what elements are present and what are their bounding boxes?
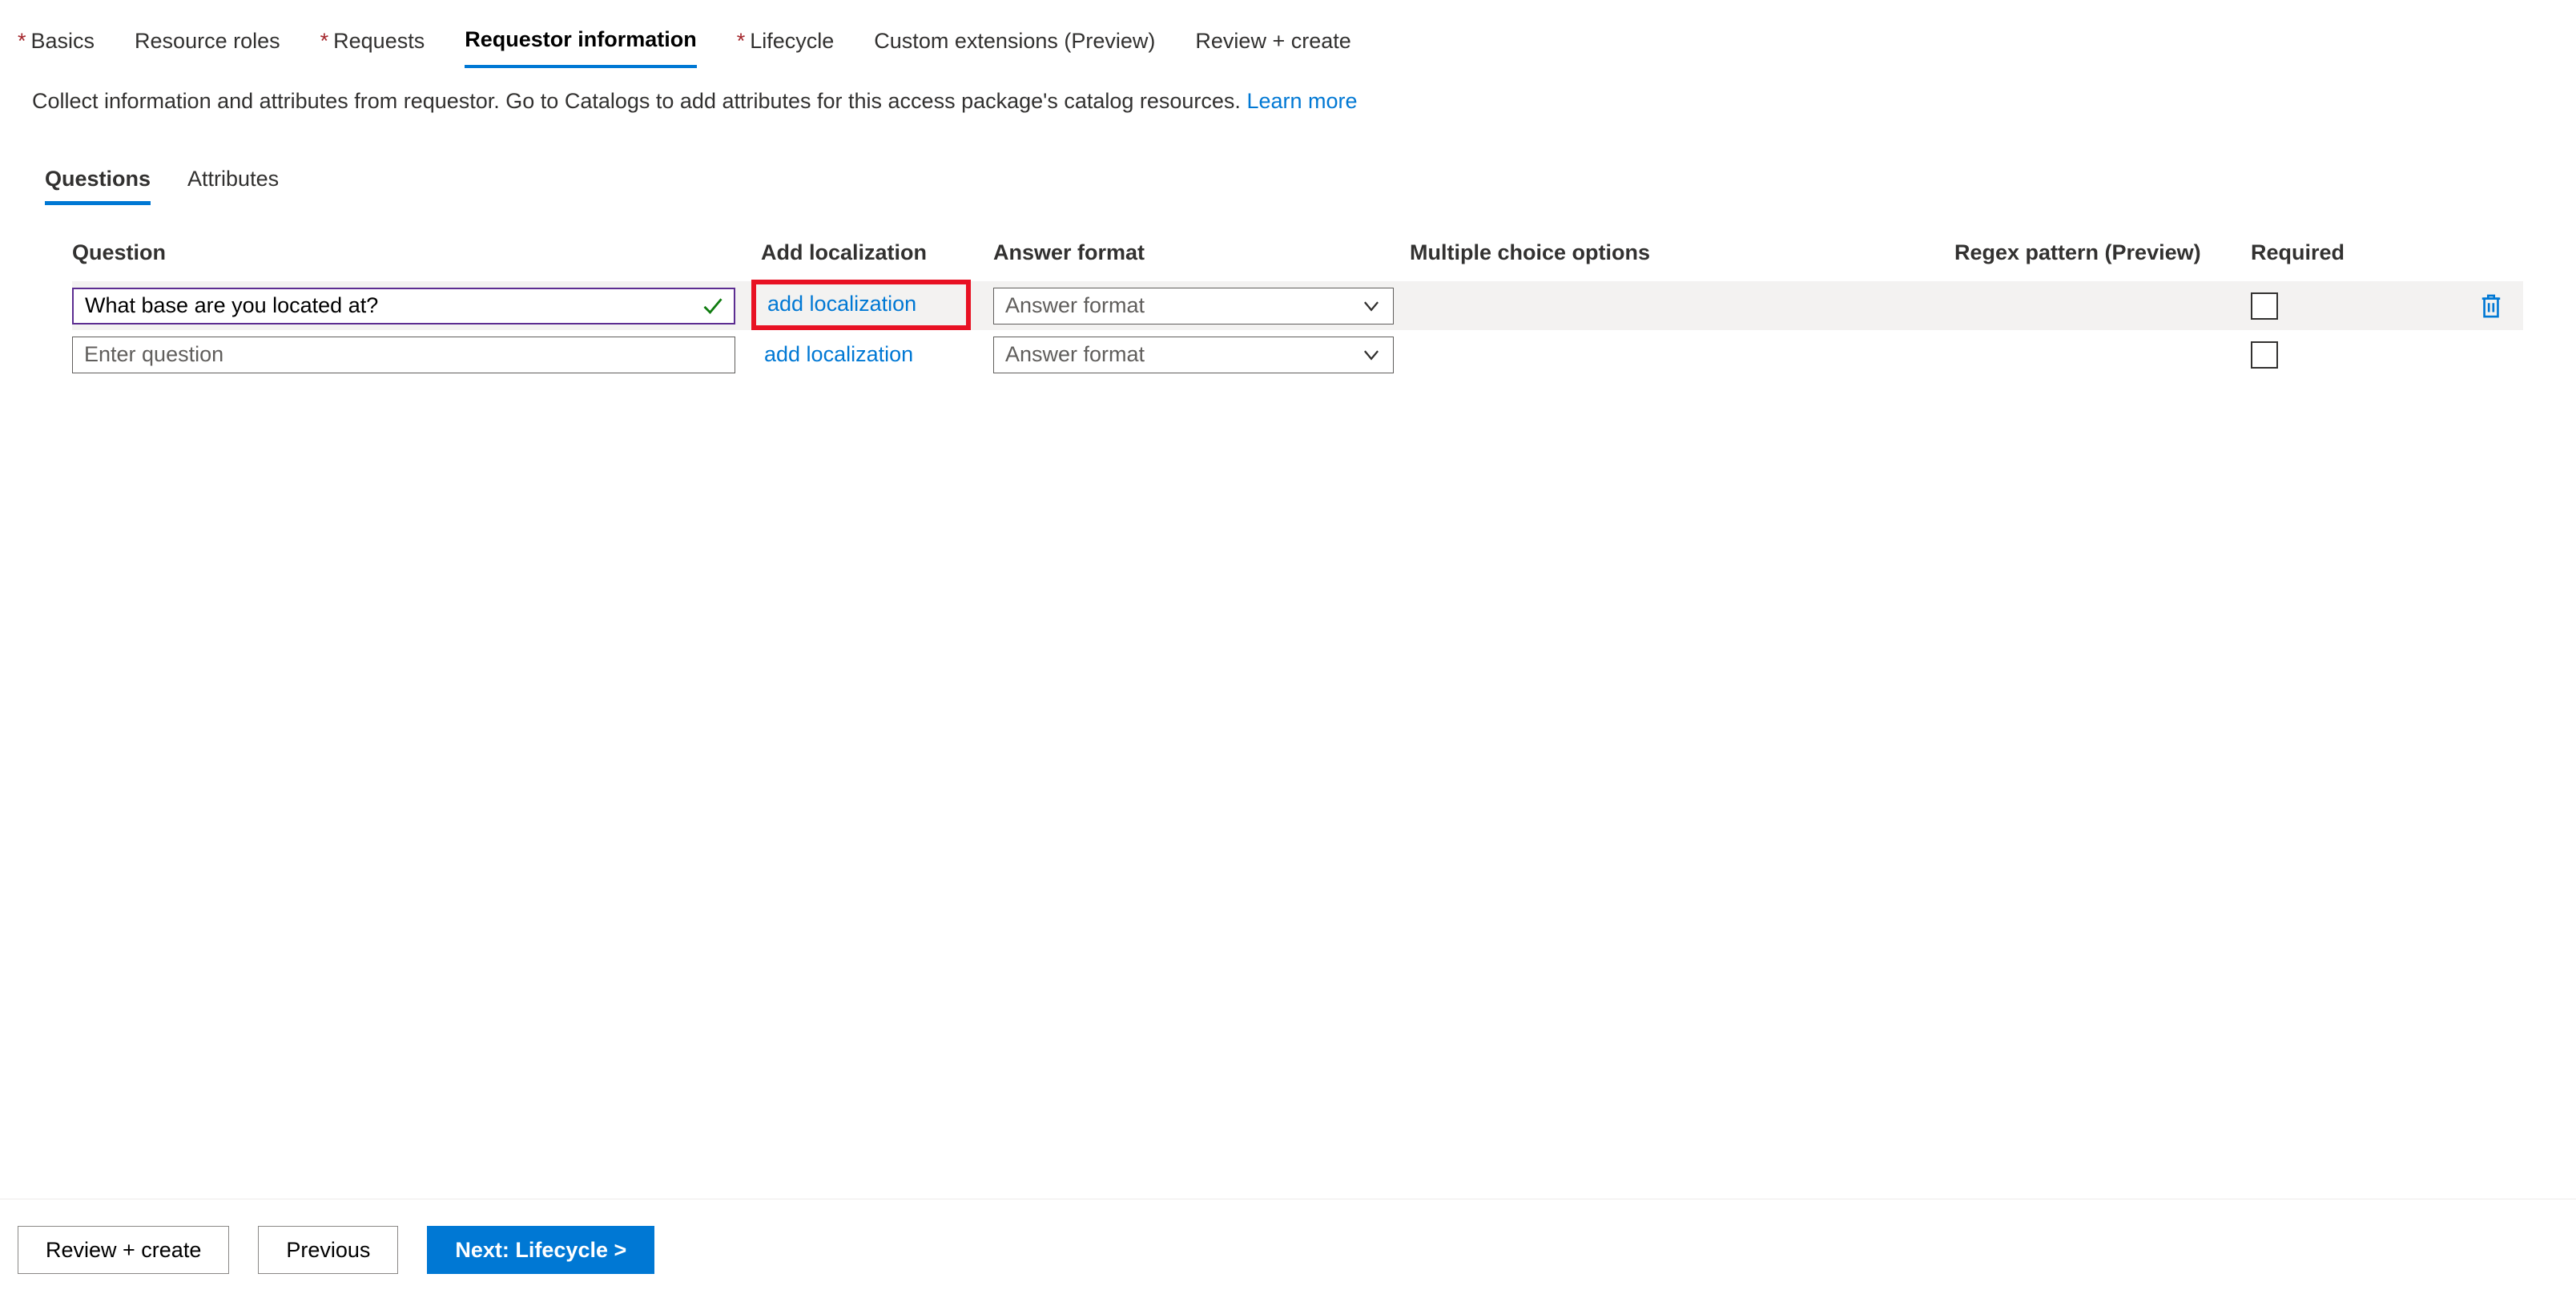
subtab-attributes[interactable]: Attributes [187, 167, 279, 205]
add-localization-link[interactable]: add localization [764, 292, 932, 316]
tab-requestor-information[interactable]: Requestor information [465, 27, 697, 68]
tab-resource-roles-label: Resource roles [135, 29, 280, 54]
required-star-icon: * [320, 29, 329, 54]
tab-basics[interactable]: * Basics [18, 29, 95, 67]
col-answerfmt: Answer format [993, 240, 1410, 265]
chevron-down-icon [1361, 345, 1382, 365]
question-input[interactable] [72, 337, 735, 373]
delete-icon[interactable] [2479, 292, 2503, 320]
question-input-wrap [72, 288, 735, 324]
sub-tabs: Questions Attributes [0, 114, 2576, 205]
tab-custom-extensions-label: Custom extensions (Preview) [874, 29, 1155, 54]
tab-requests[interactable]: * Requests [320, 29, 425, 67]
tab-requests-label: Requests [333, 29, 425, 54]
tab-custom-extensions[interactable]: Custom extensions (Preview) [874, 29, 1155, 67]
answer-format-select[interactable]: Answer format [993, 337, 1394, 373]
required-star-icon: * [18, 29, 26, 54]
subtab-questions[interactable]: Questions [45, 167, 151, 205]
col-question: Question [72, 240, 761, 265]
wizard-tabs: * Basics Resource roles * Requests Reque… [0, 0, 2576, 68]
tab-review-create[interactable]: Review + create [1195, 29, 1350, 67]
footer-buttons: Review + create Previous Next: Lifecycle… [18, 1226, 654, 1274]
next-button[interactable]: Next: Lifecycle > [427, 1226, 654, 1274]
review-create-button[interactable]: Review + create [18, 1226, 229, 1274]
required-checkbox[interactable] [2251, 292, 2278, 320]
col-required: Required [2251, 240, 2459, 265]
subtab-questions-label: Questions [45, 167, 151, 191]
col-mco: Multiple choice options [1410, 240, 1954, 265]
tab-review-create-label: Review + create [1195, 29, 1350, 54]
previous-button[interactable]: Previous [258, 1226, 398, 1274]
tab-lifecycle[interactable]: * Lifecycle [737, 29, 835, 67]
description-line: Collect information and attributes from … [0, 68, 2576, 114]
questions-table: Question Add localization Answer format … [72, 240, 2523, 379]
answer-format-placeholder: Answer format [1005, 342, 1145, 367]
learn-more-link[interactable]: Learn more [1246, 89, 1357, 113]
required-star-icon: * [737, 29, 746, 54]
question-row: add localization Answer format [72, 330, 2523, 379]
tab-lifecycle-label: Lifecycle [750, 29, 834, 54]
add-localization-highlight: add localization [751, 280, 971, 330]
col-regex: Regex pattern (Preview) [1954, 240, 2251, 265]
answer-format-placeholder: Answer format [1005, 293, 1145, 318]
questions-table-header: Question Add localization Answer format … [72, 240, 2523, 281]
tab-basics-label: Basics [31, 29, 95, 54]
tab-resource-roles[interactable]: Resource roles [135, 29, 280, 67]
subtab-attributes-label: Attributes [187, 167, 279, 191]
chevron-down-icon [1361, 296, 1382, 316]
tab-requestor-information-label: Requestor information [465, 27, 697, 52]
col-addloc: Add localization [761, 240, 993, 265]
description-text: Collect information and attributes from … [32, 89, 1246, 113]
add-localization-link[interactable]: add localization [761, 342, 929, 367]
question-input[interactable] [72, 288, 735, 324]
question-input-wrap [72, 337, 735, 373]
answer-format-select[interactable]: Answer format [993, 288, 1394, 324]
checkmark-icon [702, 295, 724, 317]
required-checkbox[interactable] [2251, 341, 2278, 369]
question-row: add localization Answer format [72, 281, 2523, 330]
